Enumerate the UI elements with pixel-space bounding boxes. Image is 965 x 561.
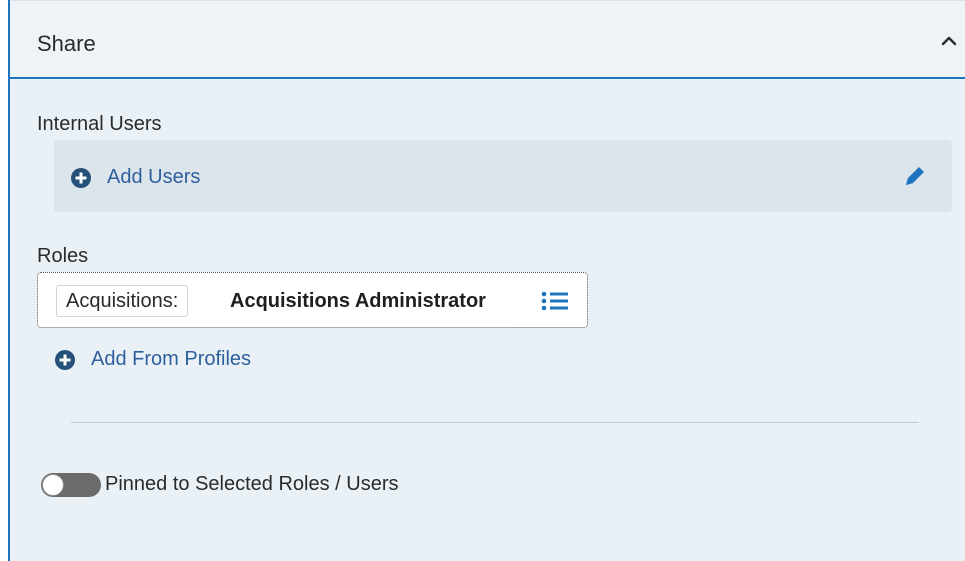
roles-label: Roles xyxy=(37,245,89,267)
pinned-toggle[interactable] xyxy=(41,473,101,497)
panel-title: Share xyxy=(37,31,96,56)
internal-users-label: Internal Users xyxy=(37,113,162,135)
role-chip[interactable]: Acquisitions: Acquisitions Administrator xyxy=(37,272,588,328)
section-divider xyxy=(71,422,919,423)
share-panel: Share Internal Users Add Users Roles Acq… xyxy=(8,0,965,561)
plus-circle-icon xyxy=(55,349,75,370)
toggle-knob xyxy=(42,474,64,496)
internal-users-box: Add Users xyxy=(54,140,952,212)
chevron-up-icon[interactable] xyxy=(939,31,959,51)
role-name: Acquisitions Administrator xyxy=(230,290,486,312)
add-from-profiles-button[interactable]: Add From Profiles xyxy=(55,348,251,371)
pencil-icon[interactable] xyxy=(902,163,928,189)
add-users-label: Add Users xyxy=(107,166,201,188)
list-icon[interactable] xyxy=(541,291,569,311)
add-from-profiles-label: Add From Profiles xyxy=(91,348,252,370)
share-panel-header[interactable]: Share xyxy=(10,0,965,79)
plus-circle-icon xyxy=(71,167,91,188)
add-users-button[interactable]: Add Users xyxy=(71,166,200,189)
role-area-prefix: Acquisitions: xyxy=(56,285,189,317)
pinned-toggle-label: Pinned to Selected Roles / Users xyxy=(105,473,399,495)
